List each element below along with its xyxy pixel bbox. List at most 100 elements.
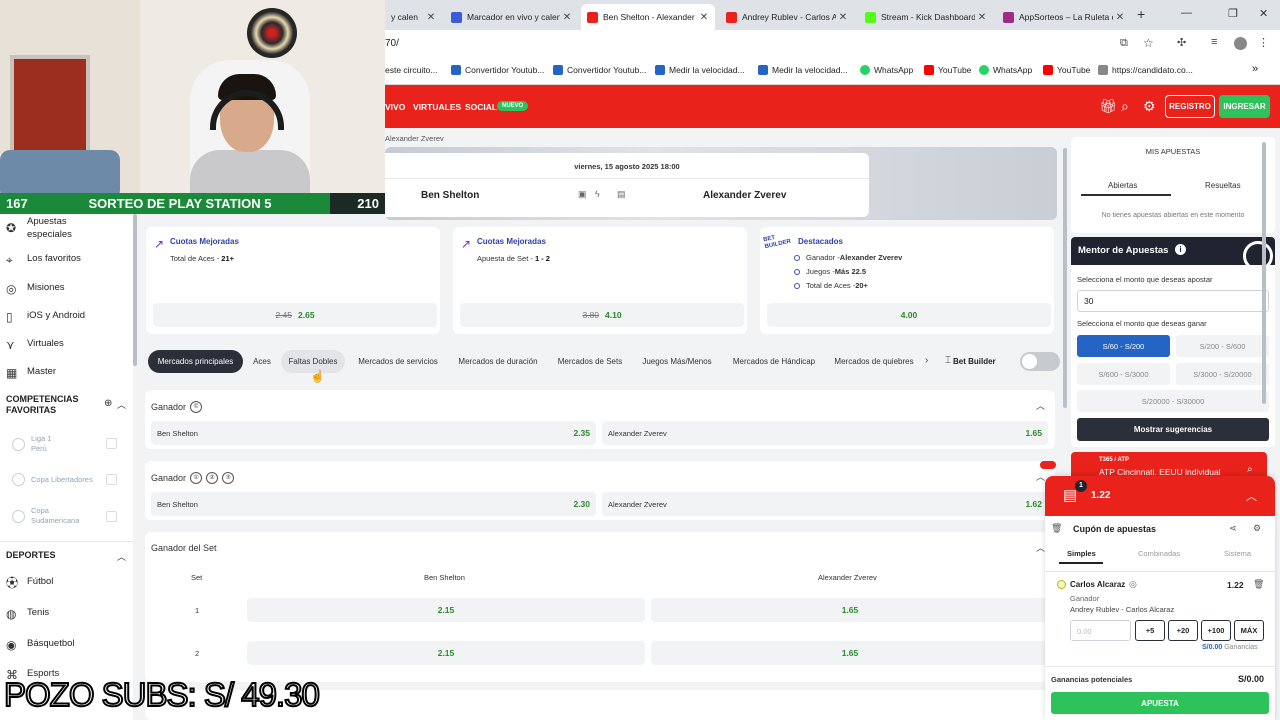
queue-icon[interactable]: ≡ <box>1211 36 1217 48</box>
chevron-up-icon[interactable]: ︿ <box>117 550 126 563</box>
odd-button[interactable]: Ben Shelton 2.30 <box>151 492 596 516</box>
favorite-checkbox[interactable] <box>106 438 117 449</box>
sport-item-tenis[interactable]: ◍ Tenis <box>6 607 49 621</box>
nav-social[interactable]: SOCIAL <box>465 102 497 112</box>
trash-icon[interactable]: 🗑︎ <box>1253 579 1264 590</box>
range-option[interactable]: S/20000 - S/30000 <box>1077 390 1269 412</box>
odd-button[interactable]: 2.15 <box>247 641 645 665</box>
competencia-item[interactable]: Liga 1 Perú <box>12 434 51 454</box>
menu-icon[interactable]: ⋮ <box>1258 36 1269 49</box>
quick-add-20-button[interactable]: +20 <box>1168 620 1198 641</box>
browser-tab[interactable]: Andrey Rublev - Carlos Alc ✕ <box>720 4 854 30</box>
range-option[interactable]: S/600 - S/3000 <box>1077 363 1170 385</box>
video-icon[interactable]: ▣ <box>578 189 587 200</box>
info-icon[interactable]: i <box>1175 244 1186 255</box>
odd-button[interactable]: 1.65 <box>651 641 1049 665</box>
tab-mercados-principales[interactable]: Mercados principales <box>148 350 243 373</box>
tab-mercados-servicios[interactable]: Mercados de servicios <box>351 350 445 373</box>
stats-icon[interactable]: ▤ <box>617 189 626 200</box>
nav-virtuales[interactable]: VIRTUALES <box>413 102 461 112</box>
tab-mercados-quiebres[interactable]: Mercados de quiebres <box>829 350 919 373</box>
new-tab-button[interactable]: + <box>1137 6 1145 22</box>
close-icon[interactable]: ✕ <box>424 12 438 23</box>
minimize-icon[interactable]: — <box>1181 7 1192 19</box>
promo-odd-button[interactable]: 4.00 <box>767 303 1051 327</box>
close-icon[interactable]: ✕ <box>836 12 850 23</box>
registro-button[interactable]: REGISTRO <box>1165 95 1215 118</box>
share-icon[interactable]: ⋖ <box>1229 523 1237 534</box>
range-option[interactable]: S/60 - S/200 <box>1077 335 1170 357</box>
browser-tab-active[interactable]: Ben Shelton - Alexander Z ✕ <box>581 4 715 30</box>
favorite-checkbox[interactable] <box>106 474 117 485</box>
info-circle-icon[interactable]: ① <box>190 472 203 484</box>
address-bar[interactable]: 70/ ⧉ ☆ ✣ ≡ ⋮ <box>385 30 1280 57</box>
gear-icon[interactable]: ⚙ <box>1143 98 1156 115</box>
bookmark[interactable]: YouTube <box>924 65 971 75</box>
bookmark[interactable]: Convertidor Youtub... <box>451 65 544 75</box>
chevron-up-icon[interactable]: ︿ <box>1036 541 1045 554</box>
profile-avatar[interactable] <box>1234 37 1247 50</box>
info-circle-icon[interactable]: ② <box>206 472 219 484</box>
gift-icon[interactable]: 🎁︎ <box>1099 98 1117 115</box>
odd-button[interactable]: Ben Shelton 2.35 <box>151 421 596 445</box>
amount-input[interactable]: 30 <box>1077 290 1269 312</box>
tab-juegos-mas-menos[interactable]: Juegos Más/Menos <box>635 350 719 373</box>
gear-icon[interactable]: ⚙ <box>1253 523 1261 534</box>
competencia-item[interactable]: Copa Sudamericana <box>12 506 86 526</box>
promo-odd-button[interactable]: 2.45 2.65 <box>153 303 437 327</box>
sidebar-item-master[interactable]: ▦ Master <box>6 366 56 380</box>
sport-item-futbol[interactable]: ⚽︎ Fútbol <box>6 576 53 590</box>
sidebar-item-favoritos[interactable]: ⌖ Los favoritos <box>6 253 81 267</box>
nav-vivo[interactable]: VIVO <box>385 102 405 112</box>
sidebar-item-misiones[interactable]: ◎ Misiones <box>6 282 65 296</box>
right-scrollbar[interactable] <box>1262 142 1266 404</box>
bookmark[interactable]: WhatsApp <box>979 65 1032 75</box>
tab-mercados-handicap[interactable]: Mercados de Hándicap <box>725 350 823 373</box>
chevron-up-icon[interactable]: ︿ <box>1246 488 1257 504</box>
show-suggestions-button[interactable]: Mostrar sugerencias <box>1077 418 1269 441</box>
sport-item-basquetbol[interactable]: ◉ Básquetbol <box>6 638 75 652</box>
tab-resueltas[interactable]: Resueltas <box>1205 181 1241 190</box>
range-option[interactable]: S/3000 - S/20000 <box>1176 363 1269 385</box>
range-option[interactable]: S/200 - S/600 <box>1176 335 1269 357</box>
chevron-up-icon[interactable]: ︿ <box>1036 470 1045 483</box>
tab-sistema[interactable]: Sistema <box>1224 549 1251 558</box>
bookmark[interactable]: Medir la velocidad... <box>655 65 745 75</box>
promo-odd-button[interactable]: 3.80 4.10 <box>460 303 744 327</box>
extensions-icon[interactable]: ✣ <box>1177 36 1186 49</box>
star-icon[interactable]: ☆ <box>1143 36 1154 50</box>
odd-button[interactable]: Alexander Zverev 1.62 <box>602 492 1048 516</box>
close-window-icon[interactable]: ✕ <box>1259 7 1268 20</box>
competencia-item[interactable]: Copa Libertadores <box>12 473 93 486</box>
odd-button[interactable]: 2.15 <box>247 598 645 622</box>
tab-mercados-sets[interactable]: Mercados de Sets <box>551 350 629 373</box>
place-bet-button[interactable]: APUESTA <box>1051 692 1269 714</box>
more-bookmarks-icon[interactable]: » <box>1252 63 1258 75</box>
search-icon[interactable]: ⌕ <box>1121 98 1129 115</box>
browser-tab[interactable]: Stream - Kick Dashboard ✕ <box>859 4 993 30</box>
tab-mercados-duracion[interactable]: Mercados de duración <box>451 350 545 373</box>
sidebar-item-apuestas-especiales[interactable]: ✪ Apuestas especiales <box>6 215 87 241</box>
close-icon[interactable]: ✕ <box>1113 12 1127 23</box>
url-text[interactable]: 70/ <box>385 38 399 49</box>
chevron-up-icon[interactable]: ︿ <box>1036 399 1045 412</box>
close-icon[interactable]: ✕ <box>975 12 989 23</box>
bookmark[interactable]: Convertidor Youtub... <box>553 65 646 75</box>
browser-tab[interactable]: AppSorteos – La Ruleta de ✕ <box>997 4 1131 30</box>
maximize-icon[interactable]: ❐ <box>1228 7 1238 20</box>
add-circle-icon[interactable]: ⊕ <box>104 398 112 409</box>
coupon-header[interactable]: ▤ 1 1.22 ︿ <box>1045 476 1275 516</box>
bookmark[interactable]: WhatsApp <box>860 65 913 75</box>
chevron-up-icon[interactable]: ︿ <box>117 398 126 411</box>
breadcrumb[interactable]: Alexander Zverev <box>385 134 444 143</box>
close-icon[interactable]: ✕ <box>697 12 711 23</box>
bookmark[interactable]: este circuito... <box>385 65 437 75</box>
main-scrollbar[interactable] <box>1063 148 1067 408</box>
trash-icon[interactable]: 🗑︎ <box>1051 523 1062 534</box>
sidebar-item-ios-android[interactable]: ▯ iOS y Android <box>6 310 85 324</box>
search-icon[interactable]: ⌕ <box>1247 464 1253 475</box>
favorite-checkbox[interactable] <box>106 511 117 522</box>
tab-aces[interactable]: Aces <box>249 350 275 373</box>
tab-abiertas[interactable]: Abiertas <box>1108 181 1137 190</box>
tab-simples[interactable]: Simples <box>1067 549 1096 558</box>
